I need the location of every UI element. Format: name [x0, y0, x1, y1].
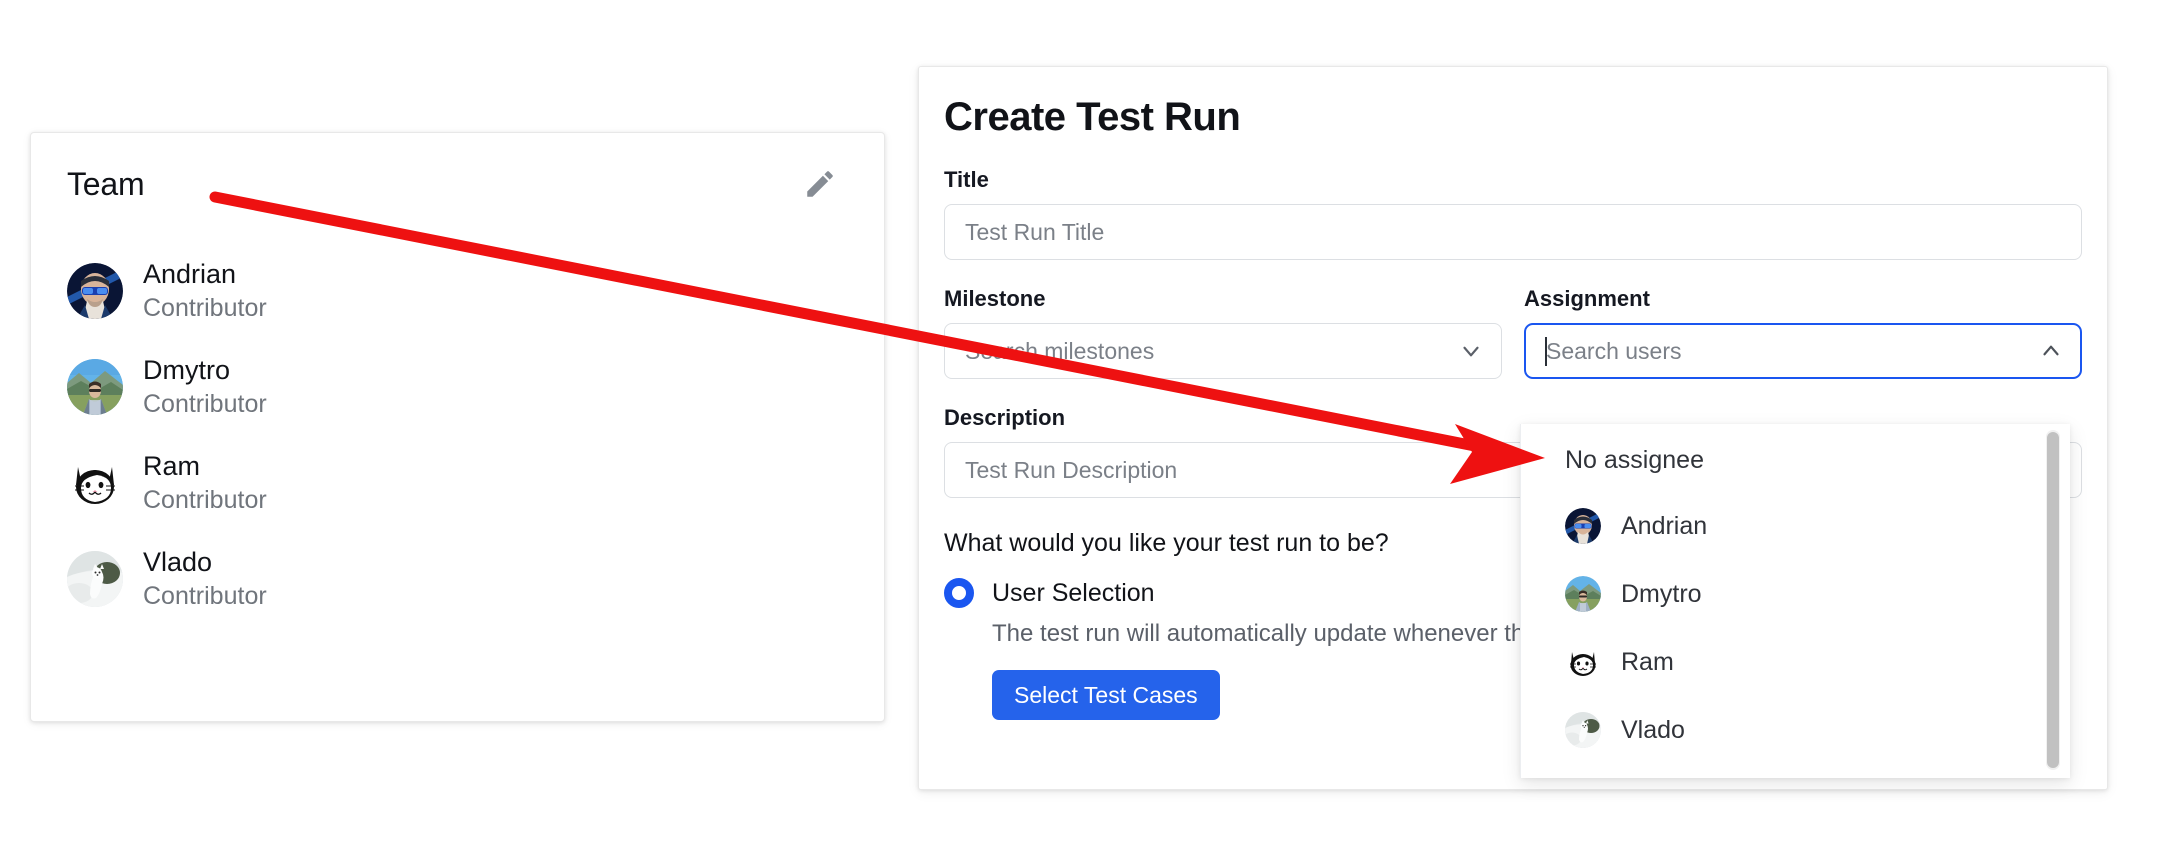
screen: Team Andrian Contributor Dmytro Contribu…	[0, 0, 2176, 852]
form-heading: Create Test Run	[944, 95, 1241, 139]
radio-option-label: User Selection	[992, 578, 1155, 607]
dropdown-option-label: Vlado	[1621, 715, 1685, 744]
assignment-dropdown-menu: No assignee Andrian Dmytro Ram Vlado	[1520, 424, 2070, 778]
member-role: Contributor	[143, 486, 267, 514]
page-title: Team	[67, 166, 145, 202]
avatar	[1565, 644, 1601, 680]
title-input[interactable]	[944, 204, 2082, 260]
milestone-assignment-row: Milestone Assignment	[944, 284, 2082, 379]
member-role: Contributor	[143, 294, 267, 322]
member-name: Vlado	[143, 547, 213, 577]
team-member-list: Andrian Contributor Dmytro Contributor R…	[67, 243, 860, 627]
assignment-search-input[interactable]	[1524, 323, 2082, 379]
dropdown-scrollbar[interactable]	[2046, 430, 2060, 770]
avatar	[67, 359, 123, 415]
dropdown-option-vlado[interactable]: Vlado	[1521, 696, 2070, 764]
member-text: Vlado Contributor	[143, 546, 267, 612]
dropdown-option-label: Dmytro	[1621, 579, 1702, 608]
dropdown-option-label: Ram	[1621, 647, 1674, 676]
assignment-field-group: Assignment	[1524, 284, 2082, 379]
avatar	[67, 455, 123, 511]
radio-button-icon[interactable]	[944, 578, 974, 608]
member-text: Ram Contributor	[143, 450, 267, 516]
member-text: Andrian Contributor	[143, 258, 267, 324]
dropdown-option-ram[interactable]: Ram	[1521, 628, 2070, 696]
list-item[interactable]: Ram Contributor	[67, 435, 860, 531]
member-role: Contributor	[143, 582, 267, 610]
pencil-icon	[803, 167, 837, 204]
team-card: Team Andrian Contributor Dmytro Contribu…	[30, 132, 885, 722]
assignment-select[interactable]	[1524, 323, 2082, 379]
avatar	[67, 551, 123, 607]
title-field-group: Title	[944, 165, 2082, 260]
dropdown-option-label: No assignee	[1565, 445, 1704, 474]
avatar	[1565, 576, 1601, 612]
edit-team-button[interactable]	[798, 163, 842, 207]
milestone-input[interactable]	[944, 323, 1502, 379]
dropdown-option-label: Andrian	[1621, 511, 1708, 540]
list-item[interactable]: Andrian Contributor	[67, 243, 860, 339]
milestone-field-group: Milestone	[944, 284, 1502, 379]
assignment-label: Assignment	[1524, 286, 1650, 311]
member-name: Ram	[143, 451, 201, 481]
list-item[interactable]: Dmytro Contributor	[67, 339, 860, 435]
member-role: Contributor	[143, 390, 267, 418]
avatar	[1565, 508, 1601, 544]
milestone-select[interactable]	[944, 323, 1502, 379]
member-text: Dmytro Contributor	[143, 354, 267, 420]
team-card-header: Team	[67, 161, 848, 207]
avatar	[1565, 712, 1601, 748]
select-test-cases-button[interactable]: Select Test Cases	[992, 670, 1220, 720]
avatar	[67, 263, 123, 319]
dropdown-scrollbar-thumb[interactable]	[2047, 432, 2059, 768]
dropdown-option-andrian[interactable]: Andrian	[1521, 492, 2070, 560]
milestone-label: Milestone	[944, 286, 1046, 311]
dropdown-option-no-assignee[interactable]: No assignee	[1521, 424, 2070, 492]
dropdown-option-dmytro[interactable]: Dmytro	[1521, 560, 2070, 628]
text-caret	[1545, 337, 1547, 366]
member-name: Andrian	[143, 259, 237, 289]
list-item[interactable]: Vlado Contributor	[67, 531, 860, 627]
title-label: Title	[944, 167, 989, 192]
member-name: Dmytro	[143, 355, 230, 385]
